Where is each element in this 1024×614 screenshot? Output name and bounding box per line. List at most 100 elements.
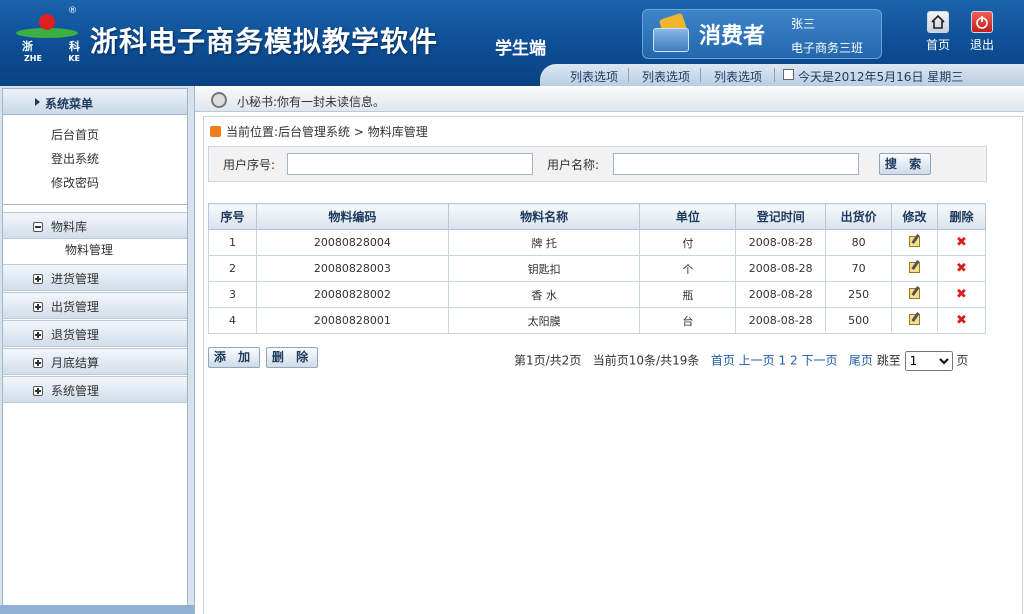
delete-icon[interactable]: ✖ <box>956 313 967 328</box>
wallet-cards-icon <box>651 12 691 54</box>
cell-name: 牌 托 <box>447 229 641 256</box>
delete-icon[interactable]: ✖ <box>956 287 967 302</box>
sidebar-link-logout[interactable]: 登出系统 <box>3 147 187 171</box>
jump-label: 跳至 <box>876 353 901 368</box>
cell-unit: 台 <box>639 307 737 334</box>
notice-text[interactable]: 小秘书:你有一封未读信息。 <box>237 93 385 110</box>
edit-cell <box>891 307 939 334</box>
first-page-link[interactable]: 首页 <box>711 354 735 368</box>
page-select[interactable]: 1 <box>904 351 953 371</box>
table-header-row: 序号 物料编码 物料名称 单位 登记时间 出货价 修改 删除 <box>208 203 986 230</box>
edit-icon[interactable] <box>909 287 921 299</box>
user-id-label: 用户序号: <box>223 158 276 172</box>
record-count: 当前页10条/共19条 <box>592 353 700 368</box>
last-page-link[interactable]: 尾页 <box>849 354 873 368</box>
delete-icon[interactable]: ✖ <box>956 261 967 276</box>
page-unit: 页 <box>956 353 969 368</box>
user-name-label: 用户名称: <box>547 158 600 172</box>
col-header-price: 出货价 <box>825 203 893 230</box>
cell-price: 500 <box>825 307 893 334</box>
col-header-index: 序号 <box>208 203 257 230</box>
sidebar-item-material-management[interactable]: 物料管理 <box>3 239 187 263</box>
sidebar-section-system[interactable]: 系统管理 <box>3 376 187 403</box>
sidebar-section-returns[interactable]: 退货管理 <box>3 320 187 347</box>
app-header: ® 浙科 ZHE KE 浙科电子商务模拟教学软件 学生端 消费者 张三 电子商务三… <box>0 0 1024 86</box>
sidebar-section-shipping[interactable]: 出货管理 <box>3 292 187 319</box>
current-date: 今天是2012年5月16日 星期三 <box>798 70 964 84</box>
cell-date: 2008-08-28 <box>735 229 827 256</box>
cell-name: 香 水 <box>447 281 641 308</box>
prev-page-link[interactable]: 上一页 <box>739 354 775 368</box>
sidebar: 系统菜单 后台首页 登出系统 修改密码 物料库 物料管理 进货管理 出货管理 退… <box>0 86 194 614</box>
main-panel: 小秘书:你有一封未读信息。 当前位置:后台管理系统 > 物料库管理 用户序号: … <box>194 86 1024 614</box>
triangle-right-icon <box>35 98 40 106</box>
sidebar-section-materials[interactable]: 物料库 <box>3 212 187 239</box>
sidebar-section-month-end[interactable]: 月底结算 <box>3 348 187 375</box>
cell-code: 20080828001 <box>255 307 449 334</box>
user-role: 消费者 <box>699 24 766 49</box>
user-card: 消费者 张三 电子商务三班 <box>642 9 882 59</box>
cell-code: 20080828002 <box>255 281 449 308</box>
table-row: 3 20080828002 香 水 瓶 2008-08-28 250 ✖ <box>208 281 986 308</box>
cell-price: 250 <box>825 281 893 308</box>
cell-index: 1 <box>208 229 257 256</box>
sidebar-section-purchase[interactable]: 进货管理 <box>3 264 187 291</box>
cell-code: 20080828004 <box>255 229 449 256</box>
edit-cell <box>891 255 939 282</box>
nav-item-1[interactable]: 列表选项 <box>570 68 618 85</box>
cell-code: 20080828003 <box>255 255 449 282</box>
home-button[interactable]: 首页 <box>918 11 958 53</box>
delete-cell: ✖ <box>937 281 986 308</box>
cell-unit: 瓶 <box>639 281 737 308</box>
col-header-unit: 单位 <box>639 203 737 230</box>
col-header-name: 物料名称 <box>447 203 641 230</box>
cell-unit: 个 <box>639 255 737 282</box>
page-summary: 第1页/共2页 <box>514 353 582 368</box>
notice-bar: 小秘书:你有一封未读信息。 <box>195 88 1024 112</box>
expand-icon <box>33 358 43 368</box>
delete-cell: ✖ <box>937 255 986 282</box>
cell-index: 4 <box>208 307 257 334</box>
delete-icon[interactable]: ✖ <box>956 235 967 250</box>
app-subtitle: 学生端 <box>495 39 546 59</box>
breadcrumb: 当前位置:后台管理系统 > 物料库管理 <box>210 123 428 140</box>
cell-unit: 付 <box>639 229 737 256</box>
cell-date: 2008-08-28 <box>735 255 827 282</box>
delete-button[interactable]: 删 除 <box>266 347 318 368</box>
col-header-code: 物料编码 <box>255 203 449 230</box>
cell-date: 2008-08-28 <box>735 307 827 334</box>
power-icon <box>971 11 993 33</box>
expand-icon <box>33 302 43 312</box>
user-id-input[interactable] <box>287 153 533 175</box>
edit-icon[interactable] <box>909 235 921 247</box>
cell-date: 2008-08-28 <box>735 281 827 308</box>
search-panel: 用户序号: 用户名称: 搜 索 <box>208 146 987 182</box>
nav-item-3[interactable]: 列表选项 <box>714 68 762 85</box>
expand-icon <box>33 274 43 284</box>
table-row: 4 20080828001 太阳膜 台 2008-08-28 500 ✖ <box>208 307 986 334</box>
exit-button[interactable]: 退出 <box>962 11 1002 53</box>
sidebar-link-admin-home[interactable]: 后台首页 <box>3 123 187 147</box>
sidebar-bottom-bar <box>0 605 194 614</box>
add-button[interactable]: 添 加 <box>208 347 260 368</box>
speaker-icon <box>211 92 227 108</box>
col-header-edit: 修改 <box>891 203 939 230</box>
edit-icon[interactable] <box>909 313 921 325</box>
edit-cell <box>891 281 939 308</box>
col-header-delete: 删除 <box>937 203 986 230</box>
sidebar-link-change-password[interactable]: 修改密码 <box>3 171 187 195</box>
user-name-input[interactable] <box>613 153 859 175</box>
nav-item-2[interactable]: 列表选项 <box>642 68 690 85</box>
col-header-date: 登记时间 <box>735 203 827 230</box>
search-button[interactable]: 搜 索 <box>879 153 931 175</box>
cell-index: 3 <box>208 281 257 308</box>
cell-index: 2 <box>208 255 257 282</box>
table-row: 2 20080828003 钥匙扣 个 2008-08-28 70 ✖ <box>208 255 986 282</box>
calendar-icon <box>783 69 794 80</box>
app-title: 浙科电子商务模拟教学软件 <box>90 25 439 58</box>
page-number-links[interactable]: 1 2 <box>779 354 798 368</box>
cell-name: 钥匙扣 <box>447 255 641 282</box>
next-page-link[interactable]: 下一页 <box>801 354 837 368</box>
sidebar-title: 系统菜单 <box>3 89 187 115</box>
edit-icon[interactable] <box>909 261 921 273</box>
